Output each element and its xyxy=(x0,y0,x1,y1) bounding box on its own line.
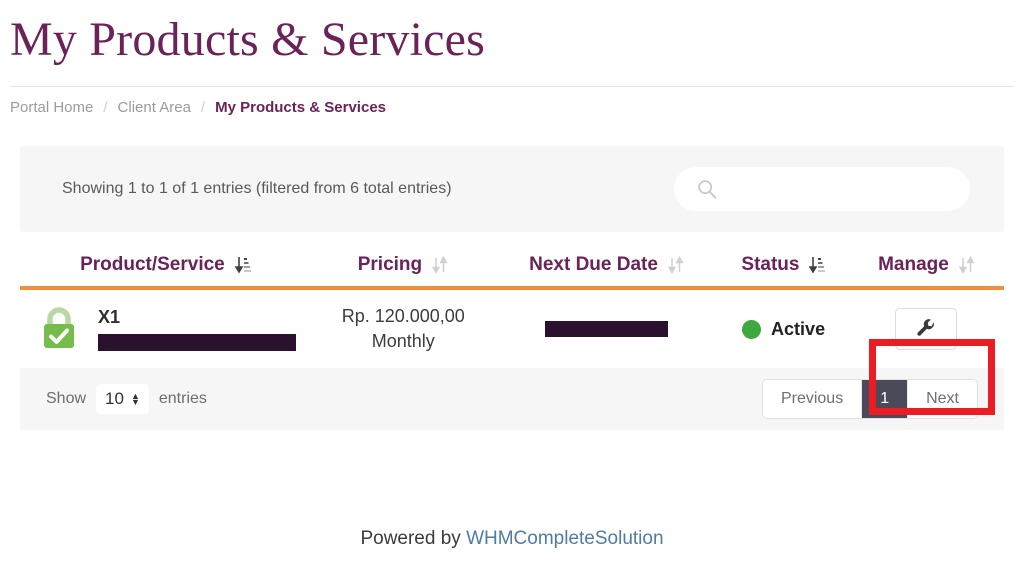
sort-neutral-icon xyxy=(432,255,448,275)
column-header-label: Status xyxy=(741,254,800,275)
show-entries-control: Show 10 ▲ ▼ entries xyxy=(46,384,207,414)
page-length-value: 10 xyxy=(105,389,124,408)
breadcrumb-separator: / xyxy=(103,99,108,116)
breadcrumb-item-portal-home[interactable]: Portal Home xyxy=(10,99,93,116)
cell-status: Active xyxy=(718,319,849,340)
breadcrumb-separator: / xyxy=(200,99,206,116)
column-header-status[interactable]: Status xyxy=(718,254,849,276)
product-name: X1 xyxy=(98,307,121,327)
powered-by-prefix: Powered by xyxy=(360,528,467,549)
price-amount: Rp. 120.000,00 xyxy=(341,306,465,326)
cell-pricing: Rp. 120.000,00 Monthly xyxy=(311,306,495,352)
breadcrumb: Portal Home / Client Area / My Products … xyxy=(0,87,1024,116)
table-footer: Show 10 ▲ ▼ entries Previous 1 Next xyxy=(20,368,1004,430)
column-header-label: Pricing xyxy=(357,254,423,275)
sort-descending-icon xyxy=(809,257,826,274)
breadcrumb-item-client-area[interactable]: Client Area xyxy=(118,99,191,116)
column-header-manage[interactable]: Manage xyxy=(849,254,1004,276)
product-text: X1 xyxy=(98,307,296,351)
pagination-next-button[interactable]: Next xyxy=(908,380,977,418)
cell-product-service: X1 xyxy=(20,305,311,353)
table-header-row: Product/Service Pricing Next Due Date St… xyxy=(20,254,1004,290)
status-badge: Active xyxy=(771,318,826,339)
column-header-label: Manage xyxy=(878,254,949,275)
redacted-next-due-date xyxy=(545,321,669,337)
column-header-next-due-date[interactable]: Next Due Date xyxy=(495,254,718,276)
entries-label: entries xyxy=(158,390,207,407)
column-header-pricing[interactable]: Pricing xyxy=(311,254,495,276)
page-title: My Products & Services xyxy=(10,13,486,66)
entries-info: Showing 1 to 1 of 1 entries (filtered fr… xyxy=(62,180,452,197)
breadcrumb-item-current: My Products & Services xyxy=(215,99,386,116)
pagination-page-1-button[interactable]: 1 xyxy=(862,380,909,418)
table-row: X1 Rp. 120.000,00 Monthly Active xyxy=(20,290,1004,368)
show-label: Show xyxy=(46,390,87,407)
cell-next-due-date xyxy=(495,321,718,337)
pagination: Previous 1 Next xyxy=(761,379,978,419)
powered-by: Powered by WHMCompleteSolution xyxy=(0,528,1024,550)
search-input[interactable] xyxy=(674,167,970,211)
manage-button[interactable] xyxy=(895,308,958,350)
cell-manage xyxy=(849,308,1004,350)
redacted-domain xyxy=(98,334,296,351)
sort-neutral-icon xyxy=(958,255,975,275)
wrench-icon xyxy=(917,319,935,336)
page-length-select[interactable]: 10 ▲ ▼ xyxy=(96,384,149,414)
page-root: My Products & Services Portal Home / Cli… xyxy=(0,0,1024,586)
column-header-label: Product/Service xyxy=(80,254,225,275)
table-filter-panel: Showing 1 to 1 of 1 entries (filtered fr… xyxy=(20,146,1004,232)
billing-cycle: Monthly xyxy=(371,331,435,351)
green-lock-icon xyxy=(44,307,74,348)
sort-descending-icon xyxy=(234,257,251,274)
sort-neutral-icon xyxy=(667,255,684,275)
stepper-arrows-icon: ▲ ▼ xyxy=(130,391,140,407)
status-dot-icon xyxy=(742,319,762,339)
column-header-product-service[interactable]: Product/Service xyxy=(20,254,311,276)
search-box xyxy=(674,167,970,211)
whmcs-link[interactable]: WHMCompleteSolution xyxy=(466,528,663,549)
column-header-label: Next Due Date xyxy=(529,254,658,275)
products-table: Product/Service Pricing Next Due Date St… xyxy=(20,254,1004,368)
pagination-previous-button[interactable]: Previous xyxy=(762,380,863,418)
